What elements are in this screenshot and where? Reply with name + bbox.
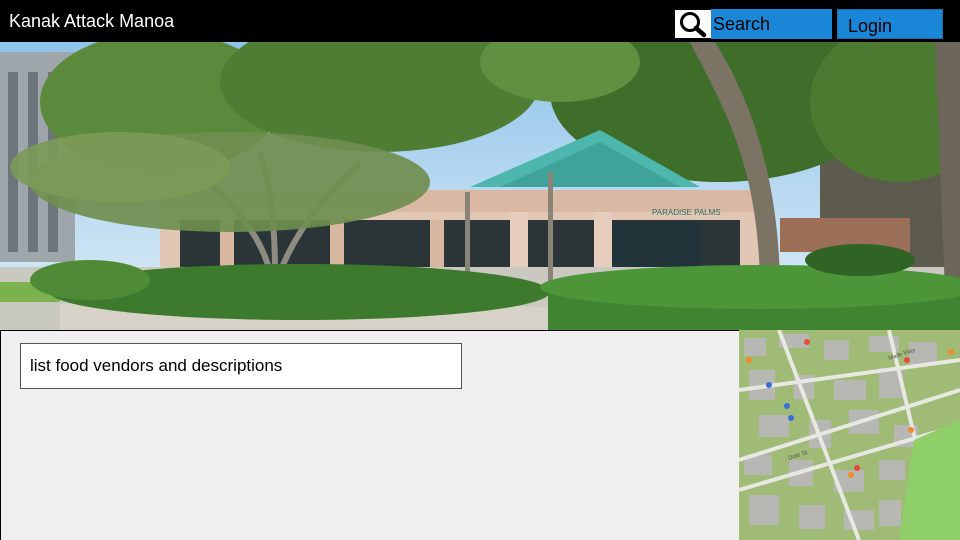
login-button[interactable]: Login [837,9,943,39]
app-title: Kanak Attack Manoa [9,11,175,31]
magnifier-icon[interactable] [675,10,711,38]
search-button[interactable]: Search [711,9,832,39]
campus-map[interactable]: Dole St Maile Way [739,330,960,540]
campus-hero-photo: PARADISE PALMS [0,42,960,330]
top-navigation-bar: Kanak Attack Manoa Search Login [0,0,960,42]
vendor-list-textbox[interactable]: list food vendors and descriptions [20,343,462,389]
building-sign: PARADISE PALMS [652,208,721,217]
